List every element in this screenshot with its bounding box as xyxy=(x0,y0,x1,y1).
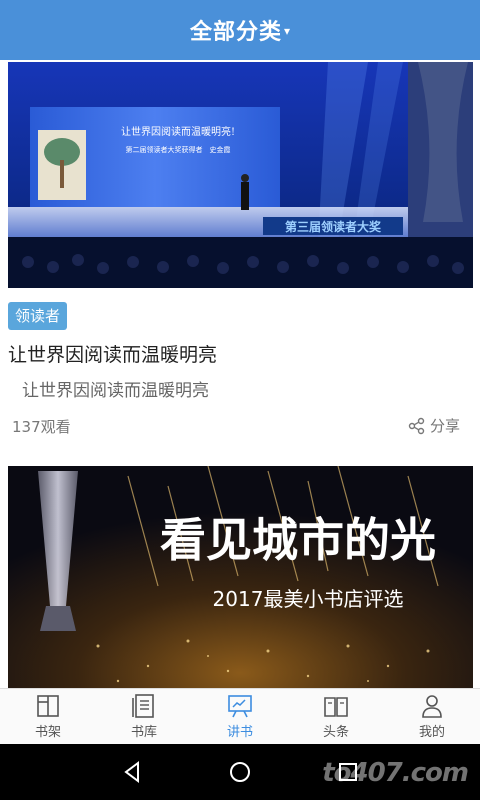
image-subheadline: 2017最美小书店评选 xyxy=(213,587,404,611)
image-headline: 看见城市的光 xyxy=(160,513,436,567)
library-icon xyxy=(132,694,154,718)
nav-item-library[interactable]: 书库 xyxy=(96,689,192,745)
home-icon[interactable] xyxy=(226,758,254,786)
nav-label: 我的 xyxy=(418,725,445,740)
share-button[interactable]: 分享 xyxy=(408,415,460,436)
article-thumbnail[interactable]: 让世界因阅读而温暖明亮! 第二届领读者大奖获得者 史金霞 第三届领读者大奖 xyxy=(8,62,473,288)
nav-label: 书架 xyxy=(34,725,61,740)
watermark: to407.com xyxy=(322,758,469,788)
back-icon[interactable] xyxy=(118,758,146,786)
stage-sign-text: 第三届领读者大奖 xyxy=(285,219,382,234)
dropdown-caret-icon[interactable]: ▾ xyxy=(284,24,290,38)
category-title[interactable]: 全部分类 xyxy=(190,14,282,46)
banner-subtext: 第二届领读者大奖获得者 史金霞 xyxy=(126,145,231,154)
nav-item-lecture[interactable]: 讲书 xyxy=(192,689,288,745)
banner-text: 让世界因阅读而温暖明亮! xyxy=(121,125,235,138)
share-label: 分享 xyxy=(429,417,460,435)
article-subtitle: 让世界因阅读而温暖明亮 xyxy=(22,381,209,401)
article-card[interactable]: 让世界因阅读而温暖明亮! 第二届领读者大奖获得者 史金霞 第三届领读者大奖 领读… xyxy=(0,60,480,462)
nav-item-bookshelf[interactable]: 书架 xyxy=(0,689,96,745)
person-icon xyxy=(422,695,442,718)
article-title[interactable]: 让世界因阅读而温暖明亮 xyxy=(8,340,217,367)
nav-item-headlines[interactable]: 头条 xyxy=(288,689,384,745)
nav-item-profile[interactable]: 我的 xyxy=(384,689,480,745)
view-count: 137观看 xyxy=(12,418,71,436)
nav-label: 头条 xyxy=(322,725,349,740)
feed-list[interactable]: 让世界因阅读而温暖明亮! 第二届领读者大奖获得者 史金霞 第三届领读者大奖 领读… xyxy=(0,60,480,688)
nav-label: 讲书 xyxy=(226,725,253,740)
share-icon xyxy=(408,417,425,434)
bottom-nav: 书架 书库 讲书 头条 我的 xyxy=(0,688,480,745)
nav-label: 书库 xyxy=(130,725,157,740)
article-thumbnail[interactable]: 看见城市的光 2017最美小书店评选 xyxy=(8,466,473,688)
bookshelf-icon xyxy=(37,695,59,717)
open-book-icon xyxy=(324,697,348,717)
presentation-icon xyxy=(228,695,252,718)
category-tag[interactable]: 领读者 xyxy=(8,302,68,330)
header-bar: 全部分类 ▾ xyxy=(0,0,480,60)
